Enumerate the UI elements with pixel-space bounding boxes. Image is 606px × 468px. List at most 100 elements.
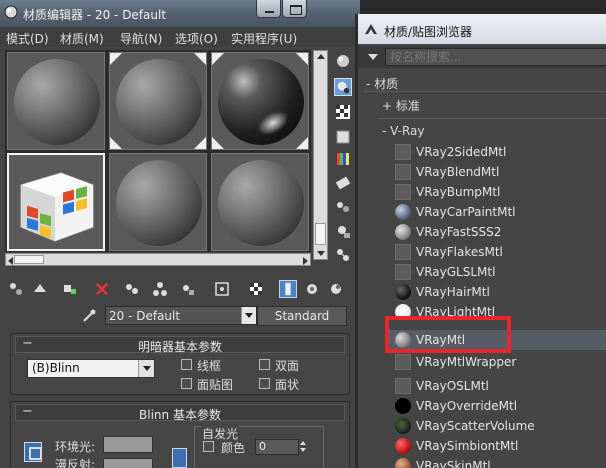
material-type-button[interactable]: Standard (257, 306, 347, 326)
sample-sphere (116, 59, 202, 145)
menu-utilities[interactable]: 实用程序(U) (231, 30, 297, 47)
self-illum-amount-input[interactable]: 0 (255, 439, 299, 455)
assign-to-selection-icon[interactable] (61, 280, 79, 298)
editor-side-toolbar (331, 50, 355, 265)
background-checker-icon[interactable] (334, 103, 352, 121)
red-highlight-annotation (385, 316, 511, 353)
diffuse-label: 漫反射: (55, 458, 96, 468)
get-material-icon[interactable] (7, 280, 25, 298)
list-item[interactable]: VRayOverrideMtl (386, 396, 606, 416)
make-copy-icon[interactable] (123, 280, 141, 298)
diffuse-color-swatch[interactable] (103, 458, 153, 468)
group-vray[interactable]: - V-Ray (382, 124, 425, 142)
scroll-right-icon[interactable] (303, 257, 308, 265)
reset-material-icon[interactable] (93, 280, 111, 298)
options-icon[interactable] (334, 198, 352, 216)
material-navigator-icon[interactable] (334, 246, 352, 264)
sample-slot-2[interactable] (109, 52, 207, 150)
list-item[interactable]: VRayOSLMtl (386, 376, 606, 396)
sample-slots-area (5, 50, 311, 252)
ambient-color-swatch[interactable] (103, 436, 153, 453)
lock-ambient-diffuse-button[interactable] (24, 442, 42, 462)
put-to-scene-icon[interactable] (31, 280, 49, 298)
list-item[interactable]: VRayCarPaintMtl (386, 202, 606, 222)
make-unique-icon[interactable] (151, 280, 169, 298)
video-color-check-icon[interactable] (334, 150, 352, 168)
browser-title: 材质/贴图浏览器 (384, 25, 473, 39)
sample-slot-1[interactable] (7, 52, 105, 150)
lock-map-button[interactable] (172, 448, 187, 468)
sample-slot-active[interactable] (7, 153, 105, 251)
face-map-checkbox[interactable] (181, 378, 192, 389)
select-by-material-icon[interactable] (334, 222, 352, 240)
backlight-icon[interactable] (334, 78, 352, 96)
list-item[interactable]: VRayBlendMtl (386, 162, 606, 182)
sample-slot-3[interactable] (211, 52, 309, 150)
self-illum-color-checkbox[interactable] (203, 441, 214, 452)
material-swatch-icon (395, 224, 411, 240)
max-logo-icon (365, 24, 377, 34)
material-swatch-icon (395, 284, 411, 300)
list-item[interactable]: VRayMtlWrapper (386, 352, 606, 372)
material-id-channel-icon[interactable] (213, 280, 231, 298)
list-item[interactable]: VRayScatterVolume (386, 416, 606, 436)
list-item-label: VRayBumpMtl (416, 185, 501, 199)
show-map-in-viewport-icon[interactable] (247, 280, 265, 298)
show-end-result-icon[interactable] (279, 280, 297, 298)
menu-mode[interactable]: 模式(D) (6, 30, 49, 47)
sample-vertical-scrollbar[interactable] (313, 50, 328, 260)
sample-type-icon[interactable] (334, 52, 352, 70)
search-by-name-input[interactable] (385, 48, 606, 66)
slot-corner-marker (194, 53, 206, 65)
slot-corner-marker (194, 137, 206, 149)
list-item[interactable]: VRaySkinMtl (386, 456, 606, 468)
sample-uv-tiling-icon[interactable] (334, 128, 352, 146)
minimize-button[interactable] (256, 0, 281, 18)
material-swatch-icon (395, 378, 411, 394)
self-illumination-group: 自发光 颜色 0 (194, 425, 324, 468)
list-item[interactable]: VRaySimbiontMtl (386, 436, 606, 456)
color-label: 颜色 (221, 441, 246, 455)
wire-checkbox[interactable] (181, 359, 192, 370)
list-item[interactable]: VRay2SidedMtl (386, 142, 606, 162)
list-item[interactable]: VRayFastSSS2 (386, 222, 606, 242)
menu-material[interactable]: 材质(M) (60, 30, 104, 47)
chevron-down-icon[interactable] (138, 360, 154, 377)
editor-title: 材质编辑器 - 20 - Default (23, 8, 167, 22)
menu-navigation[interactable]: 导航(N) (120, 30, 162, 47)
list-item[interactable]: VRayHairMtl (386, 282, 606, 302)
go-to-parent-icon[interactable] (303, 280, 321, 298)
material-name-input[interactable] (105, 306, 257, 325)
sample-slot-5[interactable] (109, 153, 207, 251)
slot-corner-marker (212, 53, 224, 65)
list-item[interactable]: VRayGLSLMtl (386, 262, 606, 282)
rollout-header[interactable]: − 明暗器基本参数 (15, 336, 345, 354)
two-sided-label: 双面 (275, 359, 300, 373)
put-to-library-icon[interactable] (179, 280, 197, 298)
wire-label: 线框 (197, 359, 222, 373)
sample-slot-6[interactable] (211, 153, 309, 251)
go-forward-to-sibling-icon[interactable] (327, 280, 345, 298)
eyedropper-icon[interactable] (81, 308, 97, 324)
shader-select[interactable]: (B)Blinn (27, 359, 155, 378)
slot-corner-marker (110, 53, 122, 65)
faceted-checkbox[interactable] (259, 378, 270, 389)
menu-options[interactable]: 选项(O) (175, 30, 218, 47)
search-options-toggle-icon[interactable] (368, 54, 378, 65)
scroll-down-icon[interactable] (317, 251, 325, 256)
group-standard[interactable]: + 标准 (382, 97, 420, 115)
list-item[interactable]: VRayBumpMtl (386, 182, 606, 202)
editor-titlebar: 材质编辑器 - 20 - Default (0, 0, 360, 27)
rollout-header[interactable]: − Blinn 基本参数 (15, 404, 345, 422)
scroll-thumb[interactable] (315, 223, 326, 245)
chevron-down-icon[interactable] (241, 307, 256, 324)
two-sided-checkbox[interactable] (259, 359, 270, 370)
sample-horizontal-scrollbar[interactable] (5, 253, 311, 266)
scroll-left-icon[interactable] (8, 257, 13, 265)
scroll-up-icon[interactable] (317, 54, 325, 59)
make-preview-icon[interactable] (334, 174, 352, 192)
scroll-thumb[interactable] (14, 255, 44, 264)
maximize-button[interactable] (282, 0, 307, 18)
list-item[interactable]: VRayFlakesMtl (386, 242, 606, 262)
spinner-arrows-icon[interactable] (299, 439, 309, 455)
